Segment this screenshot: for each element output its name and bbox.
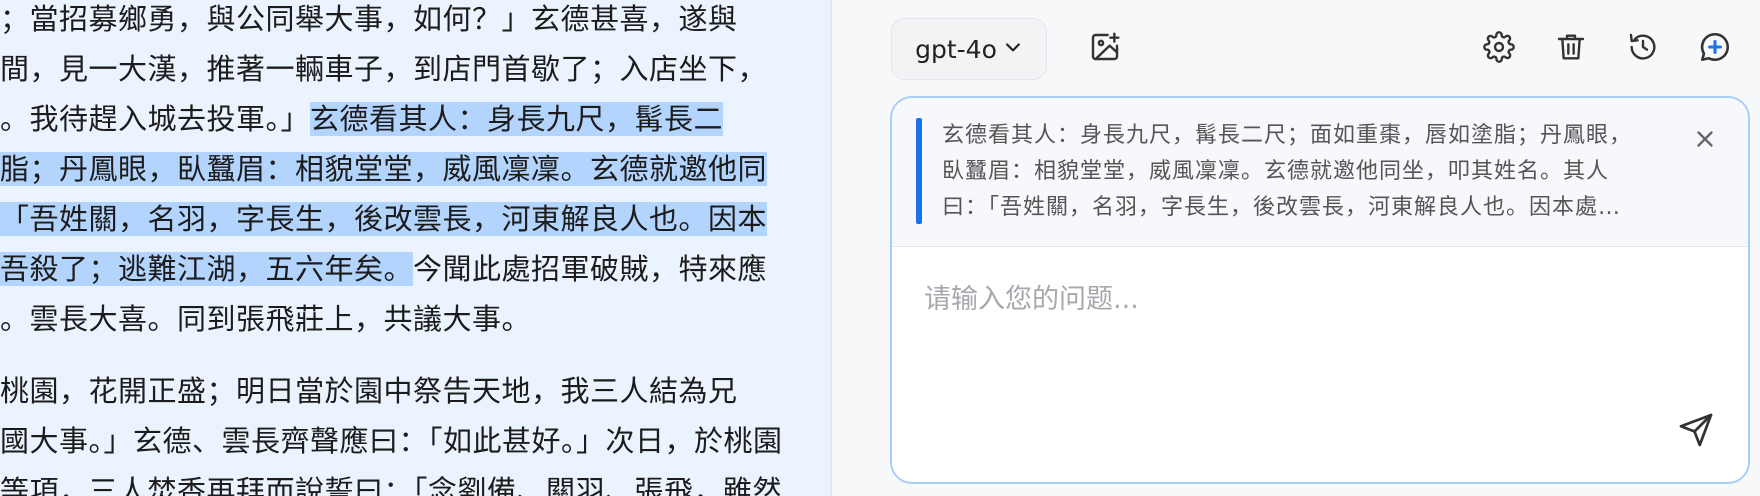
history-icon [1627,31,1659,67]
text-segment: 等項，三人焚香再拜而說誓曰：「念劉備、關羽、張飛，雖然 [0,474,783,496]
chevron-down-icon [1003,37,1023,61]
text-segment: 國大事。」玄德、雲長齊聲應曰：「如此甚好。」次日，於桃園 [0,424,783,458]
text-line: 國大事。」玄德、雲長齊聲應曰：「如此甚好。」次日，於桃園 [0,416,783,466]
text-segment: 桃園，花開正盛；明日當於園中祭告天地，我三人結為兄 [0,374,738,408]
text-line: 間，見一大漢，推著一輛車子，到店門首歇了；入店坐下， [0,44,767,94]
quoted-selection: 玄德看其人：身長九尺，髯長二尺；面如重棗，唇如塗脂；丹鳳眼，臥蠶眉：相貌堂堂，威… [892,98,1748,247]
clear-chat-button[interactable] [1548,26,1594,72]
assistant-panel: gpt-4o 玄德看其人：身長九尺，髯長二尺；面如重棗，唇如塗脂；丹鳳眼，臥蠶眉… [850,0,1760,496]
trash-icon [1555,31,1587,67]
text-line: ；當招募鄉勇，與公同舉大事，如何？」玄德甚喜，遂與 [0,0,738,44]
text-segment: 間，見一大漢，推著一輛車子，到店門首歇了；入店坐下， [0,52,768,86]
image-upload-icon [1089,31,1121,67]
quote-accent-bar [916,118,922,224]
image-upload-button[interactable] [1082,26,1128,72]
new-chat-icon [1698,30,1732,68]
text-segment: 。我待趕入城去投軍。」 [0,102,311,136]
text-line: 。我待趕入城去投軍。」玄德看其人：身長九尺，髯長二 [0,94,724,144]
text-line: 吾殺了；逃難江湖，五六年矣。今聞此處招軍破賊，特來應 [0,244,767,294]
new-chat-button[interactable] [1692,26,1738,72]
reading-pane[interactable]: ；當招募鄉勇，與公同舉大事，如何？」玄德甚喜，遂與 間，見一大漢，推著一輛車子，… [0,0,830,496]
selected-text: 玄德看其人：身長九尺，髯長二 [310,102,724,136]
settings-button[interactable] [1476,26,1522,72]
selected-text: 吾殺了；逃難江湖，五六年矣。 [0,252,414,286]
selected-text: 脂；丹鳳眼，臥蠶眉：相貌堂堂，威風凜凜。玄德就邀他同 [0,152,768,186]
history-button[interactable] [1620,26,1666,72]
text-line: 「吾姓關，名羽，字長生，後改雲長，河東解良人也。因本 [0,194,768,244]
send-icon [1678,412,1714,452]
question-input[interactable] [922,268,1706,330]
remove-quote-button[interactable] [1692,126,1718,152]
text-segment: ；當招募鄉勇，與公同舉大事，如何？」玄德甚喜，遂與 [0,2,738,36]
send-button[interactable] [1672,408,1720,456]
text-segment: 今聞此處招軍破賊，特來應 [413,252,768,286]
text-line: 。雲長大喜。同到張飛莊上，共議大事。 [0,294,531,344]
model-selector-button[interactable]: gpt-4o [891,18,1047,80]
model-label: gpt-4o [915,34,997,64]
quote-text: 玄德看其人：身長九尺，髯長二尺；面如重棗，唇如塗脂；丹鳳眼，臥蠶眉：相貌堂堂，威… [942,123,1633,220]
text-segment: 。雲長大喜。同到張飛莊上，共議大事。 [0,302,532,336]
text-line: 等項，三人焚香再拜而說誓曰：「念劉備、關羽、張飛，雖然 [0,466,782,496]
settings-icon [1483,31,1515,67]
text-line: 桃園，花開正盛；明日當於園中祭告天地，我三人結為兄 [0,366,738,416]
selected-text: 「吾姓關，名羽，字長生，後改雲長，河東解良人也。因本 [0,202,768,236]
close-icon [1692,131,1718,156]
panel-divider[interactable] [830,0,832,496]
text-line: 脂；丹鳳眼，臥蠶眉：相貌堂堂，威風凜凜。玄德就邀他同 [0,144,768,194]
message-composer: 玄德看其人：身長九尺，髯長二尺；面如重棗，唇如塗脂；丹鳳眼，臥蠶眉：相貌堂堂，威… [890,96,1750,484]
